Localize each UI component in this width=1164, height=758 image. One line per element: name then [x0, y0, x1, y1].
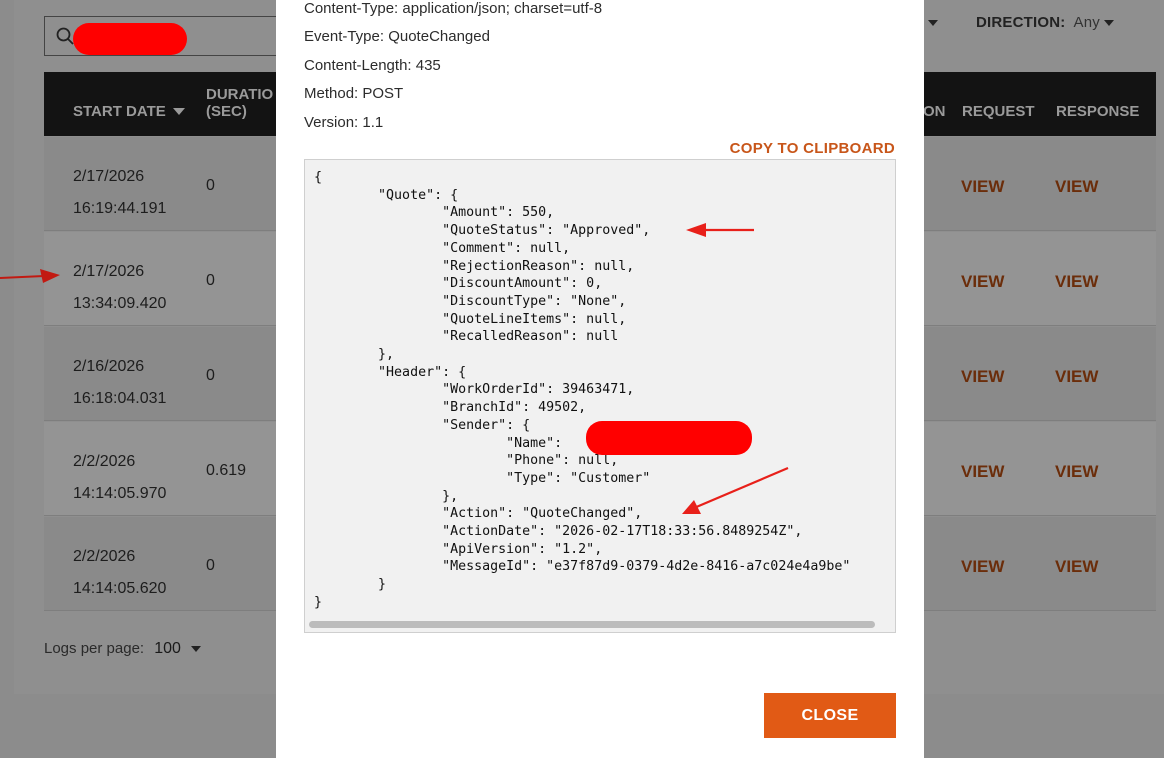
code-line: } — [314, 594, 323, 610]
code-line: "WorkOrderId": 39463471, — [314, 382, 635, 398]
filter-direction[interactable]: DIRECTION: Any — [976, 14, 1114, 31]
th-start-date-label: START DATE — [73, 103, 166, 120]
horizontal-scrollbar[interactable] — [309, 621, 875, 628]
code-line: } — [314, 577, 387, 593]
json-body-text: { "Quote": { "Amount": 550, "QuoteStatus… — [314, 169, 850, 612]
cell-start-date: 2/2/2026 14:14:05.620 — [73, 541, 166, 605]
time-text: 16:19:44.191 — [73, 200, 167, 217]
annotation-arrow — [682, 466, 789, 514]
th-partial: ON — [923, 103, 946, 120]
response-view-link[interactable]: VIEW — [1055, 462, 1098, 482]
code-line: "Name": — [314, 435, 563, 451]
logs-per-page[interactable]: Logs per page: 100 — [44, 640, 201, 658]
sort-down-icon — [172, 108, 185, 116]
request-view-link[interactable]: VIEW — [961, 367, 1004, 387]
code-line: "RecalledReason": null — [314, 329, 619, 345]
filter-direction-label: DIRECTION: — [976, 14, 1066, 31]
code-line: "ActionDate": "2026-02-17T18:33:56.84892… — [314, 524, 803, 540]
code-line: "ApiVersion": "1.2", — [314, 541, 603, 557]
chevron-down-icon — [928, 20, 939, 27]
response-view-link[interactable]: VIEW — [1055, 557, 1098, 577]
date-text: 2/17/2026 — [73, 168, 145, 185]
code-line: "Quote": { — [314, 187, 459, 203]
response-view-link[interactable]: VIEW — [1055, 177, 1098, 197]
cell-start-date: 2/17/2026 13:34:09.420 — [73, 256, 166, 320]
logs-per-page-value: 100 — [154, 640, 181, 657]
code-line: "QuoteLineItems": null, — [314, 311, 627, 327]
date-text: 2/17/2026 — [73, 263, 145, 280]
request-view-link[interactable]: VIEW — [961, 557, 1004, 577]
cell-duration: 0 — [206, 177, 215, 194]
th-duration[interactable]: DURATIO (SEC) — [206, 86, 273, 120]
search-input[interactable] — [44, 16, 284, 56]
cell-duration: 0 — [206, 272, 215, 289]
th-duration-line1: DURATIO — [206, 86, 274, 103]
search-icon — [56, 27, 74, 45]
version-text: Version: 1.1 — [304, 114, 384, 131]
request-details-modal: Content-Type: application/json; charset=… — [276, 0, 924, 758]
redaction-mark — [586, 421, 752, 455]
method-text: Method: POST — [304, 85, 404, 102]
logs-per-page-label: Logs per page: — [44, 640, 145, 657]
code-line: { — [314, 170, 323, 185]
code-line: "BranchId": 49502, — [314, 400, 587, 416]
chevron-down-icon — [190, 646, 201, 653]
chevron-down-icon — [1103, 20, 1114, 27]
time-text: 14:14:05.620 — [73, 580, 167, 597]
code-line: "Header": { — [314, 364, 467, 380]
date-text: 2/2/2026 — [73, 453, 136, 470]
response-view-link[interactable]: VIEW — [1055, 272, 1098, 292]
cell-duration: 0 — [206, 367, 215, 384]
th-response: RESPONSE — [1056, 103, 1140, 120]
date-text: 2/2/2026 — [73, 548, 136, 565]
time-text: 14:14:05.970 — [73, 485, 167, 502]
date-text: 2/16/2026 — [73, 358, 145, 375]
request-view-link[interactable]: VIEW — [961, 462, 1004, 482]
copy-to-clipboard-link[interactable]: COPY TO CLIPBOARD — [730, 140, 895, 157]
json-body-viewer[interactable]: { "Quote": { "Amount": 550, "QuoteStatus… — [304, 159, 896, 633]
annotation-arrow — [686, 223, 754, 237]
code-line: "Amount": 550, — [314, 205, 555, 221]
request-view-link[interactable]: VIEW — [961, 177, 1004, 197]
th-duration-line2: (SEC) — [206, 103, 247, 120]
th-request: REQUEST — [962, 103, 1035, 120]
code-line: "DiscountType": "None", — [314, 293, 627, 309]
code-line: "QuoteStatus": "Approved", — [314, 223, 651, 239]
redaction-mark — [73, 23, 187, 55]
cell-start-date: 2/16/2026 16:18:04.031 — [73, 351, 166, 415]
filter-direction-value: Any — [1073, 14, 1100, 31]
cell-start-date: 2/2/2026 14:14:05.970 — [73, 446, 166, 510]
cell-start-date: 2/17/2026 16:19:44.191 — [73, 161, 166, 225]
event-type-text: Event-Type: QuoteChanged — [304, 28, 490, 45]
cell-duration: 0.619 — [206, 462, 247, 479]
content-length-text: Content-Length: 435 — [304, 57, 441, 74]
code-line: "DiscountAmount": 0, — [314, 276, 603, 292]
code-line: "MessageId": "e37f87d9-0379-4d2e-8416-a7… — [314, 559, 851, 575]
time-text: 13:34:09.420 — [73, 295, 167, 312]
time-text: 16:18:04.031 — [73, 390, 167, 407]
th-start-date[interactable]: START DATE — [73, 103, 185, 120]
content-type-text: Content-Type: application/json; charset=… — [304, 0, 603, 17]
cell-duration: 0 — [206, 557, 215, 574]
close-button[interactable]: CLOSE — [764, 693, 896, 738]
response-view-link[interactable]: VIEW — [1055, 367, 1098, 387]
code-line: }, — [314, 347, 395, 363]
code-line: "Sender": { — [314, 417, 531, 433]
request-view-link[interactable]: VIEW — [961, 272, 1004, 292]
annotation-arrow — [0, 269, 60, 283]
code-line: "Comment": null, — [314, 240, 571, 256]
code-line: "RejectionReason": null, — [314, 258, 635, 274]
